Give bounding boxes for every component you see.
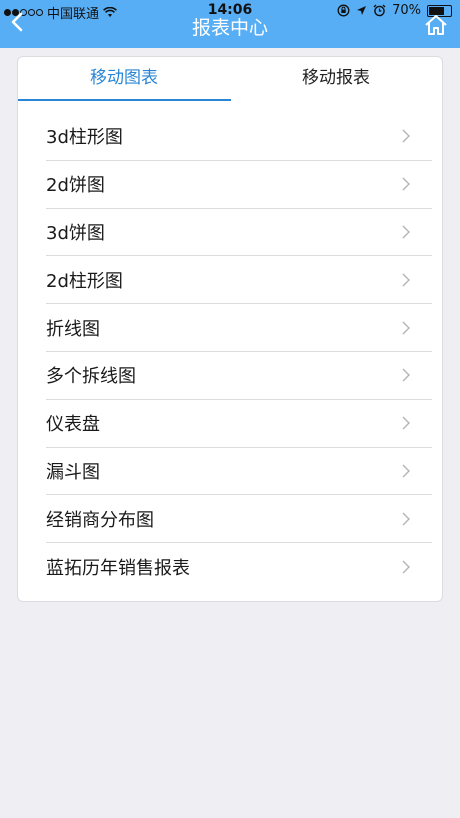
list-item[interactable]: 折线图 [46, 304, 432, 352]
chevron-right-icon [402, 512, 410, 526]
list-item[interactable]: 漏斗图 [46, 448, 432, 496]
list-item-label: 3d饼图 [46, 222, 105, 244]
chevron-right-icon [402, 225, 410, 239]
chevron-right-icon [402, 560, 410, 574]
home-button[interactable] [424, 14, 450, 38]
list-item-label: 漏斗图 [46, 461, 100, 483]
list-item-label: 多个拆线图 [46, 366, 136, 388]
chevron-right-icon [402, 177, 410, 191]
chevron-left-icon [11, 12, 23, 32]
chart-list: 3d柱形图 2d饼图 3d饼图 2d柱形图 折线图 多个拆线图 仪表盘 漏斗图 [46, 113, 432, 591]
list-item-label: 仪表盘 [46, 414, 100, 436]
location-icon [357, 6, 367, 15]
back-button[interactable] [10, 12, 40, 40]
tab-mobile-reports[interactable]: 移动报表 [230, 57, 442, 101]
chevron-right-icon [402, 416, 410, 430]
alarm-icon [373, 4, 386, 17]
list-item[interactable]: 3d饼图 [46, 209, 432, 257]
active-tab-indicator [18, 99, 231, 101]
rotation-lock-icon [337, 4, 350, 17]
list-item-label: 3d柱形图 [46, 127, 123, 149]
list-item[interactable]: 3d柱形图 [46, 113, 432, 161]
list-item[interactable]: 2d柱形图 [46, 256, 432, 305]
list-item-label: 蓝拓历年销售报表 [46, 558, 190, 580]
list-item[interactable]: 仪表盘 [46, 400, 432, 448]
battery-percent: 70% [392, 3, 421, 18]
list-item-label: 2d柱形图 [46, 270, 123, 292]
list-item[interactable]: 经销商分布图 [46, 495, 432, 544]
list-item[interactable]: 2d饼图 [46, 161, 432, 209]
nav-header: 中国联通 14:06 70% 报表中心 [0, 0, 460, 48]
home-icon [425, 15, 447, 35]
tab-bar: 移动图表 移动报表 [18, 57, 442, 101]
report-card: 移动图表 移动报表 3d柱形图 2d饼图 3d饼图 2d柱形图 折线图 多个拆线… [17, 56, 443, 602]
chevron-right-icon [402, 368, 410, 382]
list-item[interactable]: 多个拆线图 [46, 352, 432, 400]
list-item-label: 经销商分布图 [46, 509, 154, 531]
tab-mobile-charts[interactable]: 移动图表 [18, 57, 230, 101]
chevron-right-icon [402, 321, 410, 335]
list-item-label: 2d饼图 [46, 175, 105, 197]
status-bar: 中国联通 14:06 70% [0, 0, 460, 22]
chevron-right-icon [402, 273, 410, 287]
chevron-right-icon [402, 464, 410, 478]
chevron-right-icon [402, 129, 410, 143]
list-item-label: 折线图 [46, 318, 100, 340]
list-item[interactable]: 蓝拓历年销售报表 [46, 543, 432, 591]
